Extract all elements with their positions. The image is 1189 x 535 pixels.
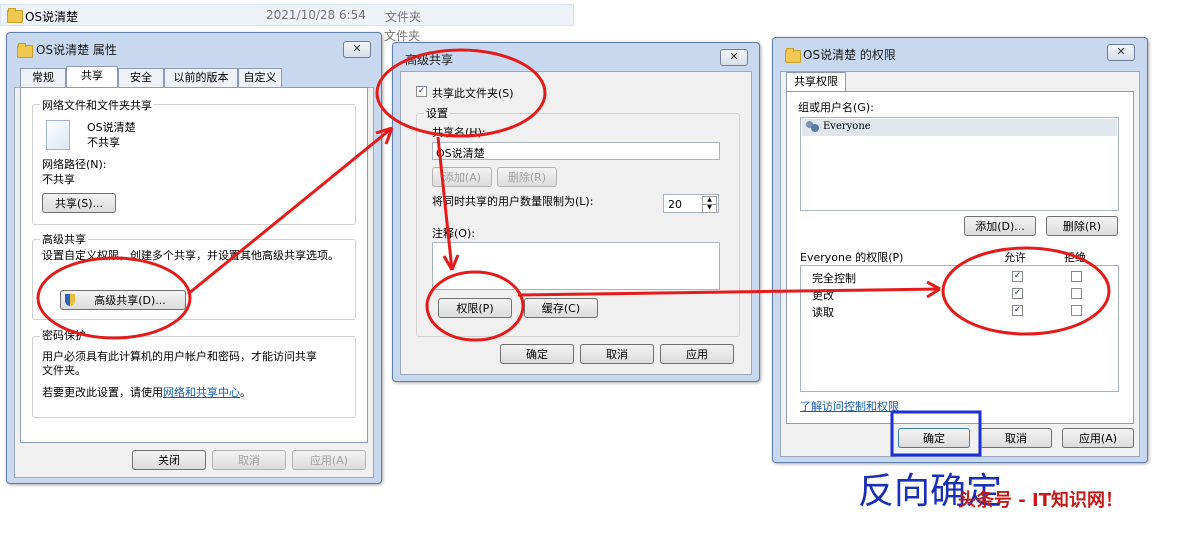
annotation-ellipse-allow	[941, 246, 1111, 336]
annotation-arrow-2	[436, 136, 454, 271]
annotation-ellipse-share-check	[375, 48, 547, 138]
annotation-arrow-1	[187, 126, 393, 296]
annotation-ellipse-permissions	[425, 270, 525, 342]
annotation-arrow-3	[517, 287, 941, 297]
annotation-overlay	[36, 48, 1111, 457]
annotation-ellipse-advanced	[36, 256, 192, 340]
watermark: 头条号 - IT知识网！	[958, 490, 1123, 511]
highlight-ok-box	[890, 410, 982, 457]
